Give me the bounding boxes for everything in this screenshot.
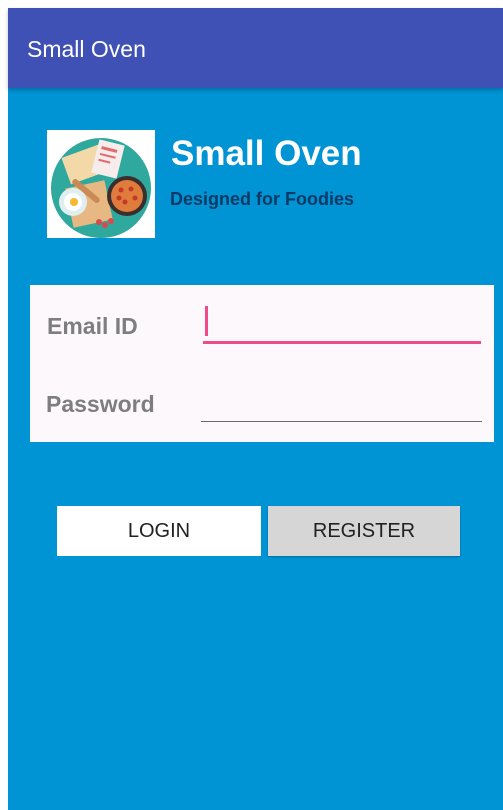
login-form: Email ID Password: [30, 285, 494, 442]
login-button[interactable]: LOGIN: [57, 506, 261, 556]
email-label: Email ID: [47, 313, 138, 339]
register-button[interactable]: REGISTER: [268, 506, 460, 556]
login-content: Small Oven Designed for Foodies Email ID…: [8, 88, 503, 810]
app-bar: Small Oven: [8, 8, 503, 88]
email-field[interactable]: [203, 305, 481, 344]
login-screen: Small Oven Small Oven Designed for Foodi…: [0, 0, 503, 810]
password-field[interactable]: [201, 387, 482, 422]
text-cursor: [205, 306, 208, 336]
brand-title: Small Oven: [171, 134, 362, 173]
password-label: Password: [46, 391, 155, 417]
app-bar-title: Small Oven: [27, 36, 146, 62]
brand-tagline: Designed for Foodies: [170, 189, 355, 209]
food-plate-logo-icon: [47, 130, 155, 238]
